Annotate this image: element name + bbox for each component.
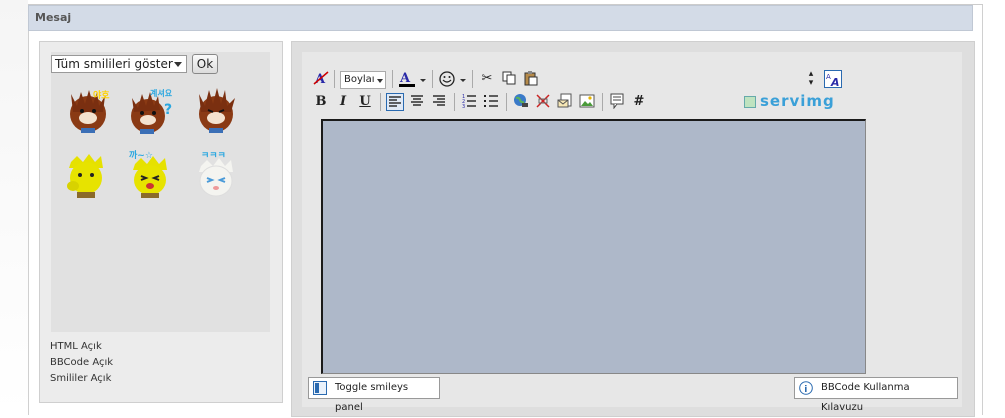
- toggle-smileys-label: Toggle smileys panel: [335, 382, 409, 413]
- remove-format-icon[interactable]: A: [312, 70, 330, 88]
- svg-text:계셔요: 계셔요: [150, 88, 173, 98]
- ok-button[interactable]: Ok: [192, 54, 218, 74]
- bbcode-guide-label: BBCode Kullanma Kılavuzu: [821, 382, 910, 413]
- code-button[interactable]: #: [630, 93, 648, 111]
- paste-icon[interactable]: [522, 70, 540, 88]
- toolbar-separator: [334, 70, 335, 88]
- font-size-label: Boylaı: [344, 74, 375, 85]
- page-frame-left: [0, 0, 29, 415]
- smiley-select-value: Tüm smilileri göster: [55, 57, 173, 71]
- quote-icon[interactable]: [608, 93, 626, 111]
- toggle-smileys-button[interactable]: Toggle smileys panel: [308, 377, 440, 413]
- toolbar-separator: [454, 93, 455, 111]
- toolbar-row-2: B I U 123 #: [312, 93, 872, 113]
- smilies-status: Smililer Açık: [50, 373, 112, 384]
- text-color-icon[interactable]: A: [398, 70, 428, 88]
- svg-text:야호: 야호: [93, 89, 110, 101]
- svg-text:까~☆: 까~☆: [129, 149, 153, 161]
- page-frame-right: [982, 0, 1005, 415]
- underline-button[interactable]: U: [356, 93, 374, 111]
- editor-panel: A Boylaı A ✂ servimg: [291, 41, 975, 417]
- align-left-icon[interactable]: [386, 93, 404, 111]
- html-status: HTML Açık: [50, 341, 102, 352]
- panel-icon: [313, 381, 327, 395]
- resize-arrows-icon[interactable]: ▴ ▾: [802, 70, 820, 88]
- smiley-yellow-2[interactable]: 까~☆: [125, 148, 175, 200]
- smiley-category-select[interactable]: Tüm smilileri göster: [51, 55, 187, 73]
- toolbar-separator: [392, 70, 393, 88]
- svg-text:A: A: [830, 76, 840, 87]
- smiley-box: Tüm smilileri göster Ok 야호 계셔요 ? 까~☆ ㅋㅋㅋ: [51, 52, 270, 332]
- toolbar-separator: [506, 93, 507, 111]
- smiley-picker-icon[interactable]: [438, 70, 468, 88]
- copy-icon[interactable]: [500, 70, 518, 88]
- bbcode-status: BBCode Açık: [50, 357, 114, 368]
- toolbar-separator: [472, 70, 473, 88]
- align-center-icon[interactable]: [408, 93, 426, 111]
- source-toggle-icon[interactable]: AA: [824, 70, 842, 89]
- smilies-panel: Tüm smilileri göster Ok 야호 계셔요 ? 까~☆ ㅋㅋㅋ…: [39, 41, 283, 403]
- font-size-select[interactable]: Boylaı: [340, 71, 386, 89]
- insert-image-icon[interactable]: [578, 93, 596, 111]
- post-options-status: HTML Açık BBCode Açık Smililer Açık: [50, 339, 113, 387]
- toolbar-separator: [380, 93, 381, 111]
- toolbar-row-1: A Boylaı A ✂ servimg: [312, 70, 872, 110]
- smiley-white-1[interactable]: ㅋㅋㅋ: [191, 148, 241, 200]
- insert-link-icon[interactable]: [512, 93, 530, 111]
- bbcode-guide-button[interactable]: i BBCode Kullanma Kılavuzu: [794, 377, 958, 413]
- unordered-list-icon[interactable]: [482, 93, 500, 111]
- svg-text:i: i: [804, 385, 807, 395]
- chevron-down-icon: [174, 62, 182, 67]
- smiley-bear-1[interactable]: 야호: [63, 84, 113, 136]
- ordered-list-icon[interactable]: 123: [460, 93, 478, 111]
- svg-text:A: A: [399, 71, 411, 86]
- toolbar-separator: [432, 70, 433, 88]
- cut-icon[interactable]: ✂: [478, 70, 496, 88]
- section-title: Mesaj: [28, 5, 973, 31]
- align-right-icon[interactable]: [430, 93, 448, 111]
- svg-text:3: 3: [462, 104, 465, 109]
- remove-link-icon[interactable]: [534, 93, 552, 111]
- svg-text:?: ?: [164, 102, 172, 118]
- smiley-bear-2[interactable]: 계셔요 ?: [126, 84, 176, 136]
- smiley-yellow-1[interactable]: [61, 148, 111, 200]
- insert-email-icon[interactable]: [556, 93, 574, 111]
- italic-button[interactable]: I: [334, 93, 352, 111]
- editor-area: A Boylaı A ✂ servimg: [302, 52, 962, 413]
- svg-text:ㅋㅋㅋ: ㅋㅋㅋ: [201, 151, 226, 161]
- toolbar-separator: [602, 93, 603, 111]
- smiley-bear-3[interactable]: [191, 84, 241, 136]
- chevron-down-icon: [377, 79, 383, 83]
- info-icon: i: [799, 381, 813, 395]
- message-textarea[interactable]: [321, 119, 866, 374]
- bold-button[interactable]: B: [312, 93, 330, 111]
